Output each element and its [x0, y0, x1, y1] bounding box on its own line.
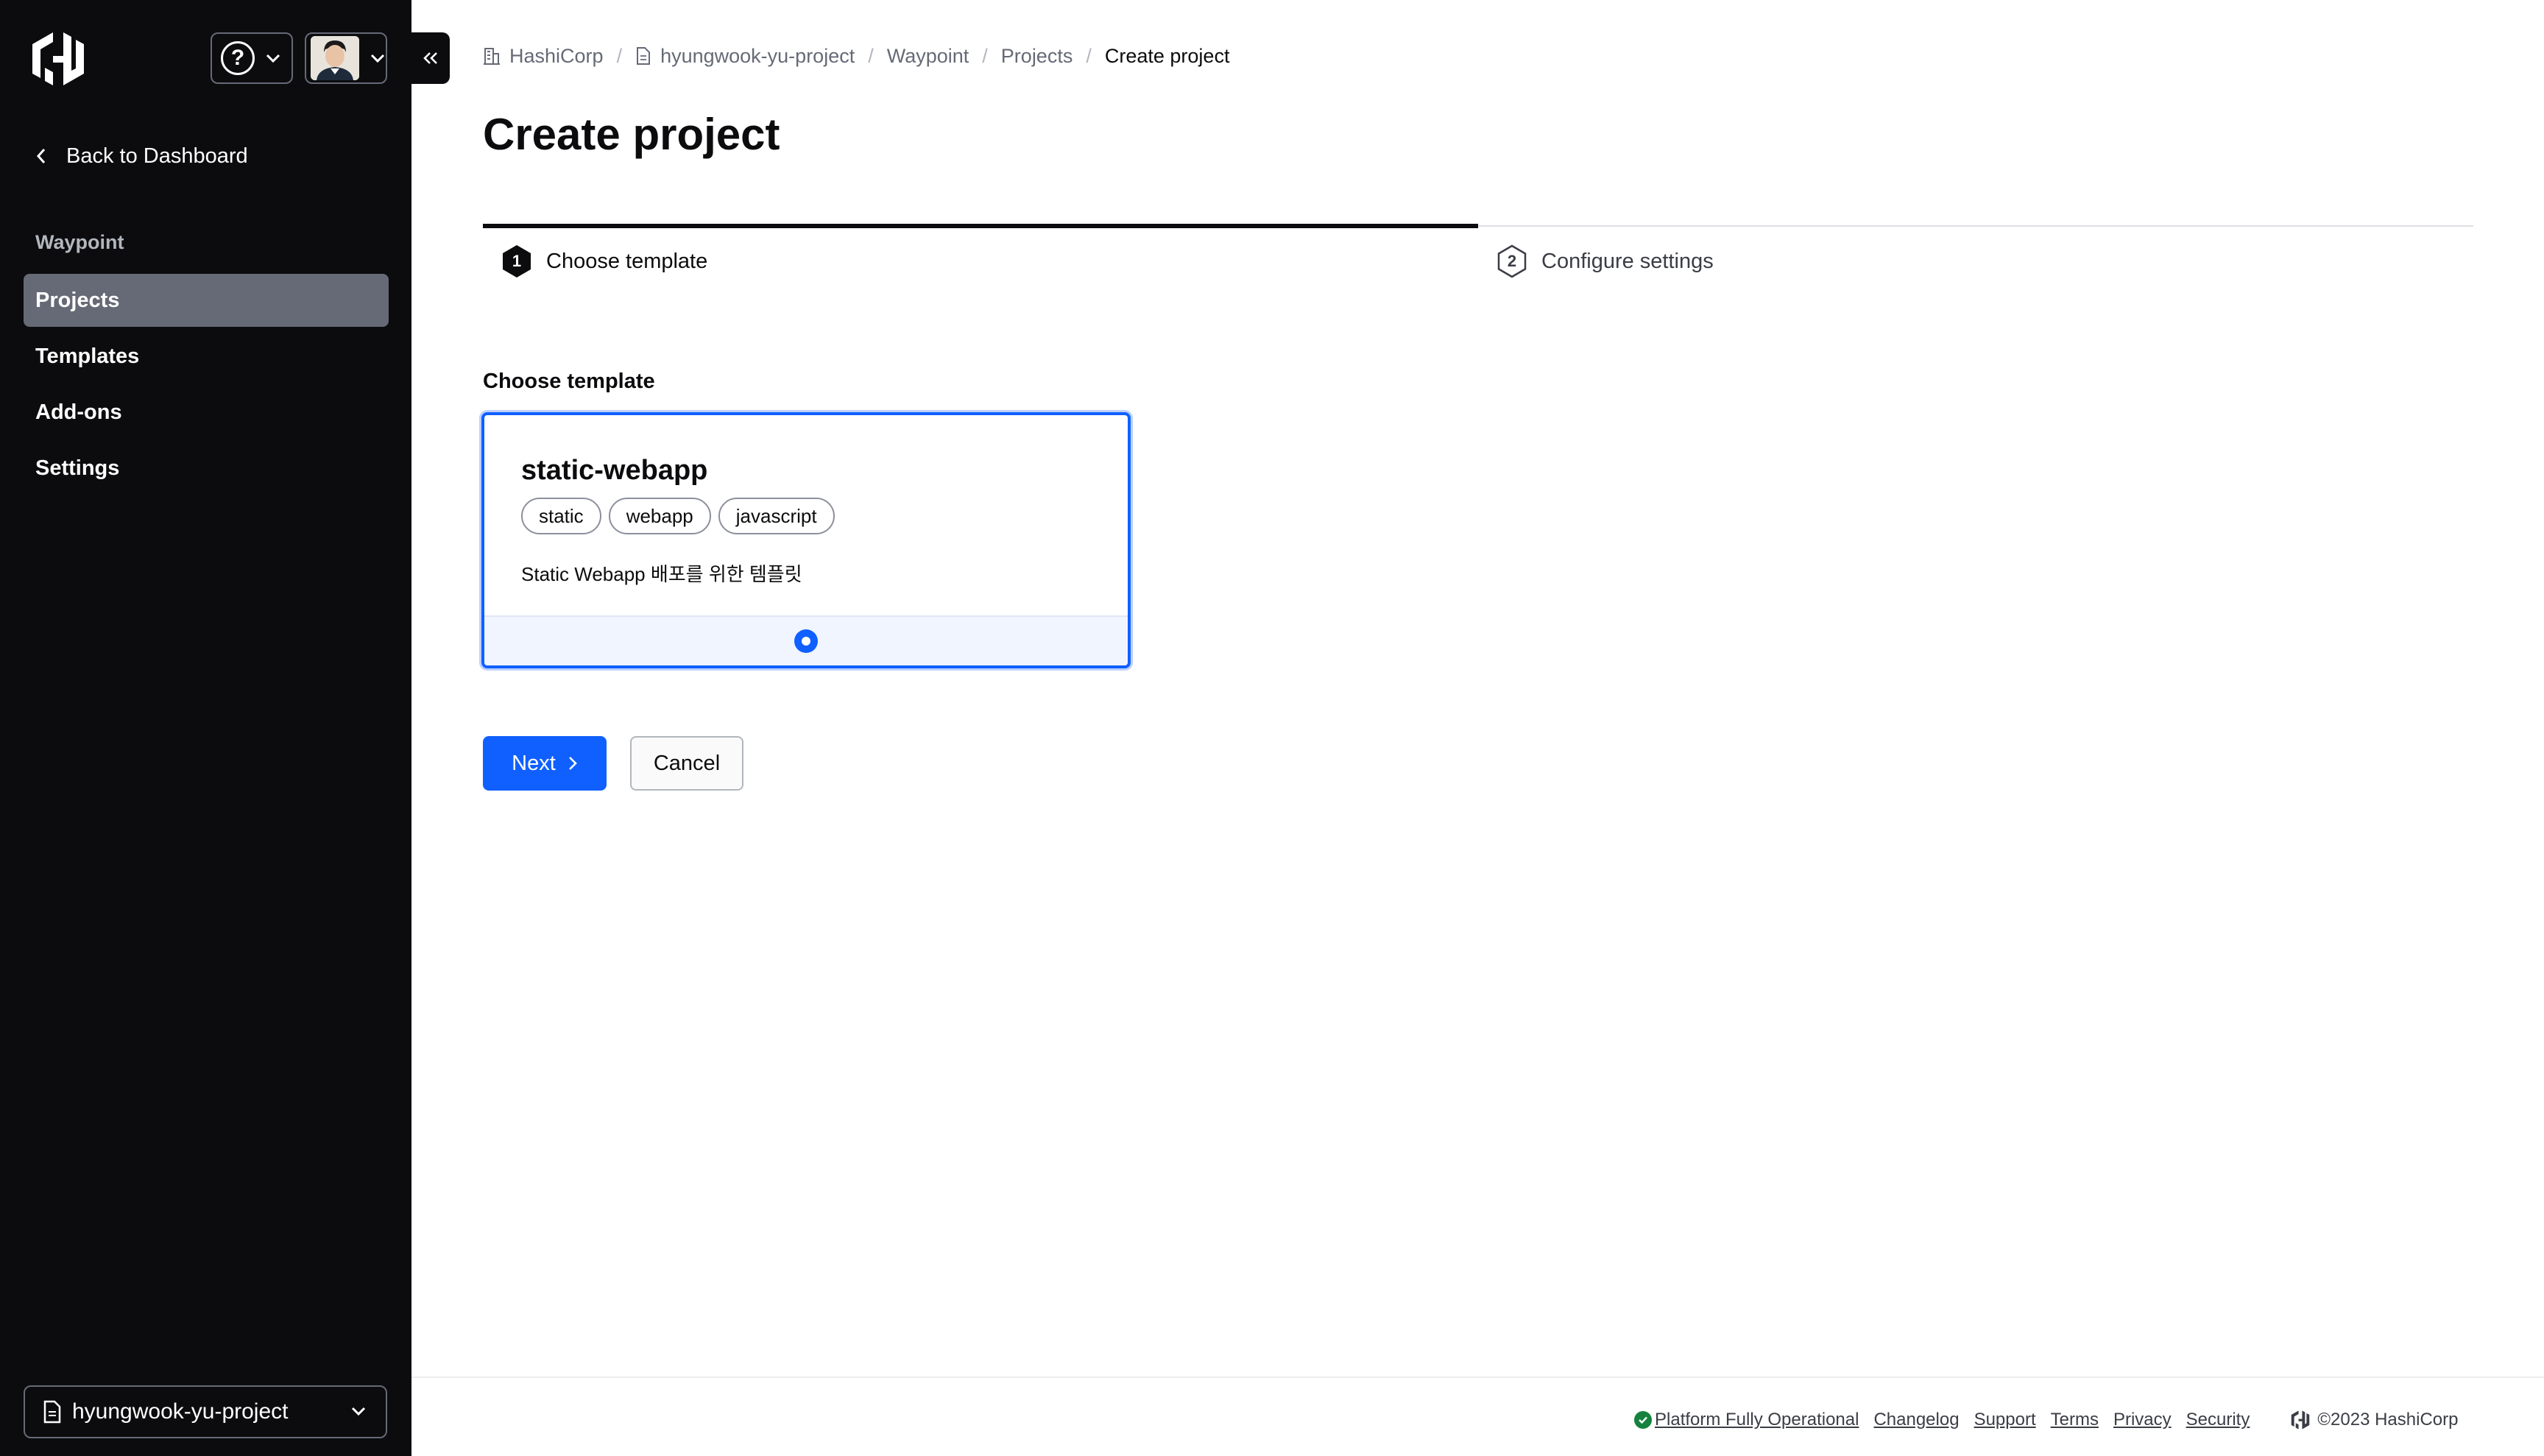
sidebar-item-label: Templates	[35, 344, 140, 368]
breadcrumb-item-waypoint[interactable]: Waypoint	[887, 45, 969, 68]
status-link[interactable]: Platform Fully Operational	[1655, 1410, 1859, 1430]
sidebar-item-label: Settings	[35, 456, 120, 480]
template-card-footer	[484, 615, 1128, 665]
cancel-button[interactable]: Cancel	[630, 736, 743, 791]
back-to-dashboard-label: Back to Dashboard	[66, 144, 248, 168]
breadcrumb-label: Projects	[1000, 44, 1073, 67]
sidebar-item-label: Add-ons	[35, 400, 122, 424]
step-configure-settings: 2 Configure settings	[1496, 243, 1714, 280]
back-to-dashboard-link[interactable]: Back to Dashboard	[35, 140, 248, 172]
chevron-down-icon	[266, 54, 280, 63]
nav-section-heading: Waypoint	[35, 231, 124, 253]
step-2-hexagon-icon: 2	[1497, 244, 1527, 278]
breadcrumb-separator: /	[1086, 44, 1092, 67]
support-link[interactable]: Support	[1974, 1410, 2036, 1430]
choose-template-label: Choose template	[483, 370, 655, 393]
template-card-static-webapp[interactable]: static-webapp static webapp javascript S…	[481, 412, 1131, 668]
file-icon	[637, 47, 651, 65]
user-menu-button[interactable]	[305, 32, 387, 84]
project-switcher-label: hyungwook-yu-project	[72, 1399, 289, 1424]
chevron-down-icon	[351, 1407, 366, 1416]
hashicorp-logo[interactable]	[31, 29, 85, 88]
step-label: Configure settings	[1541, 249, 1714, 273]
step-number: 2	[1508, 252, 1516, 270]
breadcrumb-item-current: Create project	[1105, 45, 1230, 68]
cancel-button-label: Cancel	[653, 751, 721, 775]
copyright-text: ©2023 HashiCorp	[2317, 1410, 2459, 1430]
tag: static	[521, 498, 601, 534]
footer: Platform Fully Operational Changelog Sup…	[1634, 1407, 2458, 1432]
avatar	[311, 36, 359, 80]
breadcrumb-separator: /	[982, 44, 988, 67]
changelog-link[interactable]: Changelog	[1873, 1410, 1959, 1430]
terms-link[interactable]: Terms	[2051, 1410, 2099, 1430]
chevron-down-icon	[370, 54, 385, 63]
sidebar: ? Back to Dashboard Waypoint Projects Te…	[0, 0, 411, 1456]
sidebar-item-label: Projects	[35, 288, 120, 312]
building-icon	[484, 48, 500, 65]
sidebar-item-templates[interactable]: Templates	[24, 330, 389, 383]
breadcrumb-label: hyungwook-yu-project	[660, 44, 855, 67]
next-button-label: Next	[512, 751, 556, 775]
step-choose-template: 1 Choose template	[501, 243, 707, 280]
next-button[interactable]: Next	[483, 736, 607, 791]
check-circle-icon	[1634, 1411, 1652, 1429]
step-number: 1	[512, 252, 521, 270]
template-description: Static Webapp 배포를 위한 템플릿	[521, 563, 802, 585]
step-1-hexagon-icon: 1	[503, 245, 531, 278]
page-title: Create project	[483, 110, 780, 159]
file-icon	[43, 1400, 61, 1424]
project-switcher[interactable]: hyungwook-yu-project	[24, 1385, 387, 1438]
stepper-progress	[483, 224, 1478, 228]
collapse-sidebar-button[interactable]	[411, 32, 450, 84]
help-menu-button[interactable]: ?	[211, 32, 293, 84]
step-label: Choose template	[546, 249, 708, 273]
breadcrumb-separator: /	[616, 44, 623, 67]
sidebar-item-projects[interactable]: Projects	[24, 274, 389, 327]
security-link[interactable]: Security	[2186, 1410, 2250, 1430]
template-radio[interactable]	[794, 629, 818, 653]
hashicorp-logo-icon	[2292, 1410, 2310, 1430]
question-circle-icon: ?	[221, 41, 255, 75]
sidebar-item-add-ons[interactable]: Add-ons	[24, 386, 389, 439]
breadcrumb-separator: /	[868, 44, 874, 67]
tag: javascript	[718, 498, 835, 534]
copyright: ©2023 HashiCorp	[2291, 1410, 2458, 1430]
template-name: static-webapp	[521, 455, 708, 486]
breadcrumb-label: HashiCorp	[509, 44, 604, 67]
footer-divider	[411, 1377, 2544, 1378]
breadcrumb: HashiCorp / hyungwook-yu-project / Waypo…	[483, 43, 1229, 69]
breadcrumb-label: Create project	[1104, 44, 1230, 67]
tag: webapp	[608, 498, 711, 534]
chevrons-left-icon	[423, 52, 437, 64]
breadcrumb-item-org[interactable]: HashiCorp	[483, 45, 604, 68]
breadcrumb-item-projects[interactable]: Projects	[1001, 45, 1073, 68]
platform-status: Platform Fully Operational	[1634, 1410, 1873, 1430]
radio-selected-dot	[802, 637, 810, 646]
sidebar-item-settings[interactable]: Settings	[24, 442, 389, 495]
chevron-left-icon	[36, 149, 46, 163]
breadcrumb-item-project[interactable]: hyungwook-yu-project	[635, 45, 855, 68]
privacy-link[interactable]: Privacy	[2113, 1410, 2172, 1430]
chevron-right-icon	[568, 757, 577, 770]
breadcrumb-label: Waypoint	[886, 44, 969, 67]
template-tags: static webapp javascript	[521, 498, 835, 534]
